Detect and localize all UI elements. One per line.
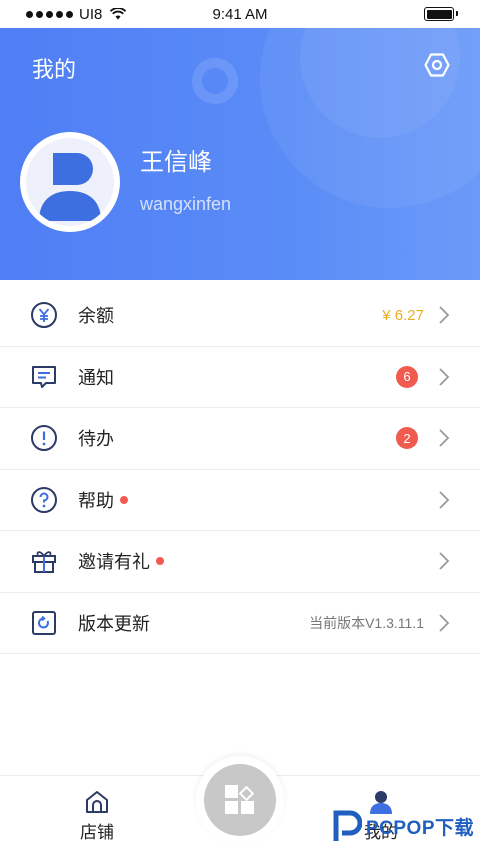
menu-item-label: 待办 — [78, 429, 114, 450]
page-title: 我的 — [32, 57, 77, 82]
question-icon — [30, 486, 58, 514]
signal-strength-icon — [26, 10, 73, 18]
user-avatar-icon — [39, 153, 101, 221]
exclamation-icon — [30, 424, 58, 452]
menu-item-invite[interactable]: 邀请有礼 — [0, 531, 480, 593]
chevron-right-icon — [439, 552, 450, 570]
yen-coin-icon — [30, 301, 58, 329]
carrier-label: UI8 — [79, 5, 103, 23]
store-icon — [86, 791, 108, 813]
wifi-icon — [110, 8, 127, 20]
center-apps-button[interactable] — [204, 764, 276, 836]
menu-item-balance[interactable]: 余额 ¥ 6.27 — [0, 285, 480, 347]
new-indicator-dot — [156, 557, 164, 566]
pcpop-logo-icon — [333, 810, 362, 841]
chevron-right-icon — [439, 491, 450, 509]
tab-store[interactable]: 店铺 — [80, 788, 114, 843]
battery-icon — [424, 7, 458, 21]
menu-item-label: 通知 — [78, 367, 114, 388]
menu-item-todo[interactable]: 待办 2 — [0, 408, 480, 470]
user-account-id: wangxinfen — [140, 194, 232, 214]
chevron-right-icon — [439, 429, 450, 447]
chevron-right-icon — [439, 306, 450, 324]
gift-icon — [30, 547, 58, 575]
menu-item-label: 余额 — [78, 306, 114, 327]
menu-item-label: 版本更新 — [78, 613, 150, 634]
update-icon — [30, 609, 58, 637]
new-indicator-dot — [120, 495, 128, 504]
user-name: 王信峰 — [140, 149, 212, 176]
balance-amount: ¥ 6.27 — [382, 306, 424, 324]
profile-menu-list: 余额 ¥ 6.27 通知 6 待办 2 帮助 邀请有礼 版本更新 当前版本V1.… — [0, 285, 480, 654]
avatar[interactable] — [20, 132, 120, 232]
tab-store-label: 店铺 — [80, 823, 114, 842]
todo-count-badge: 2 — [396, 427, 418, 450]
menu-item-version-update[interactable]: 版本更新 当前版本V1.3.11.1 — [0, 593, 480, 654]
menu-item-label: 帮助 — [78, 490, 114, 511]
apps-grid-icon — [225, 785, 255, 814]
settings-hexagon-icon[interactable] — [424, 52, 450, 78]
status-bar: UI8 9:41 AM — [0, 0, 480, 28]
chevron-right-icon — [439, 368, 450, 386]
chevron-right-icon — [439, 614, 450, 632]
menu-item-notifications[interactable]: 通知 6 — [0, 347, 480, 408]
profile-header: 我的 王信峰 wangxinfen — [0, 28, 480, 280]
menu-item-help[interactable]: 帮助 — [0, 470, 480, 531]
decorative-ring — [192, 58, 238, 104]
pcpop-watermark: PCPOP下载 — [332, 809, 474, 843]
message-icon — [30, 363, 58, 391]
clock-time: 9:41 AM — [212, 5, 268, 23]
menu-item-label: 邀请有礼 — [78, 552, 150, 573]
current-version-text: 当前版本V1.3.11.1 — [309, 614, 424, 631]
unread-count-badge: 6 — [396, 365, 418, 388]
watermark-text: PCPOP下载 — [365, 817, 474, 839]
